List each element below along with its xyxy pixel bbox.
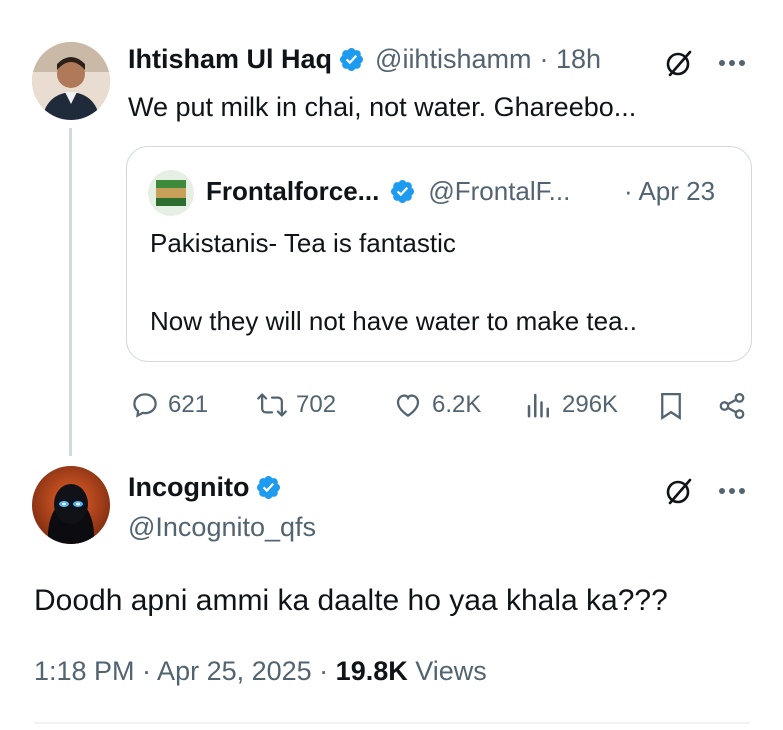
more-icon[interactable] (716, 478, 748, 504)
main-handle[interactable]: @Incognito_qfs (128, 512, 316, 543)
parent-tweet-text: We put milk in chai, not water. Ghareebo… (128, 92, 637, 122)
main-tweet-text: Doodh apni ammi ka daalte ho yaa khala k… (34, 584, 668, 617)
grok-icon[interactable] (662, 46, 696, 80)
verified-icon (338, 46, 365, 73)
parent-author-name[interactable]: Ihtisham Ul Haq (128, 44, 332, 75)
quoted-time: · Apr 23 (624, 176, 716, 206)
parent-time[interactable]: · 18h (539, 44, 601, 75)
quoted-text-line1: Pakistanis- Tea is fantastic (150, 228, 456, 258)
main-tweet-timestamp[interactable]: 1:18 PM · Apr 25, 2025 · (34, 656, 336, 686)
avatar-incognito[interactable] (32, 466, 110, 544)
avatar-ihtisham[interactable] (32, 42, 110, 120)
like-button[interactable]: 6.2K (392, 390, 481, 420)
parent-tweet-header: Ihtisham Ul Haq @iihtishamm · 18h (128, 44, 601, 75)
reply-button[interactable]: 621 (130, 390, 208, 420)
quoted-author-name: Frontalforce... (206, 176, 380, 206)
main-tweet-header: Incognito (128, 472, 282, 503)
thread-line (69, 128, 72, 456)
views-label: Views (407, 656, 487, 686)
reply-icon (130, 390, 160, 420)
views-button[interactable]: 296K (524, 390, 618, 420)
quoted-handle: @FrontalF... (428, 176, 571, 206)
verified-icon (389, 178, 416, 205)
views-count: 19.8K (335, 656, 408, 686)
repost-count: 702 (296, 391, 337, 418)
like-count: 6.2K (432, 391, 482, 418)
views-count: 296K (562, 391, 619, 418)
like-icon (392, 390, 424, 420)
quoted-text-line2: Now they will not have water to make tea… (150, 306, 638, 336)
grok-icon[interactable] (662, 474, 696, 508)
reply-count: 621 (168, 391, 209, 418)
divider (34, 722, 750, 724)
bookmark-icon[interactable] (656, 390, 686, 422)
quoted-tweet-header: Frontalforce... @FrontalF... (206, 176, 570, 207)
more-icon[interactable] (716, 50, 748, 76)
avatar-frontalforce[interactable] (148, 170, 194, 216)
parent-handle[interactable]: @iihtishamm (375, 44, 531, 75)
main-author-name[interactable]: Incognito (128, 472, 249, 503)
verified-icon (255, 474, 282, 501)
main-tweet-meta: 1:18 PM · Apr 25, 2025 · 19.8K Views (34, 656, 487, 687)
repost-button[interactable]: 702 (256, 390, 336, 420)
repost-icon (256, 390, 288, 420)
views-icon (524, 390, 554, 420)
share-icon[interactable] (716, 390, 748, 422)
